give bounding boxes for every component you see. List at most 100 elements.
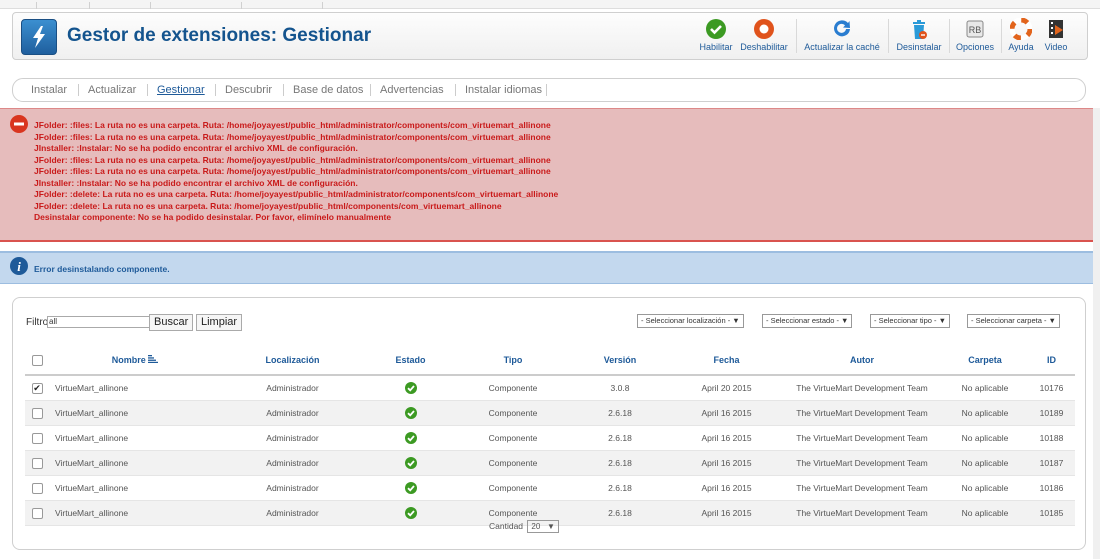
status-select[interactable]: - Seleccionar estado - ▼ <box>762 314 853 328</box>
row-checkbox[interactable] <box>31 507 43 519</box>
table-row[interactable]: VirtueMart_allinone Administrador Compon… <box>25 450 1075 476</box>
table-header-row: Nombre Localización Estado Tipo Versión … <box>25 346 1075 376</box>
enabled-check-icon[interactable] <box>404 407 417 419</box>
column-header-status[interactable]: Estado <box>364 346 457 376</box>
search-button[interactable]: Buscar <box>149 314 194 331</box>
extensions-panel: Filtro: all Buscar Limpiar - Seleccionar… <box>12 297 1086 550</box>
extension-location: Administrador <box>221 425 364 451</box>
error-icon <box>10 115 28 133</box>
tab-actualizar[interactable]: Actualizar <box>88 84 136 96</box>
trash-icon <box>913 20 927 39</box>
column-header-author[interactable]: Autor <box>782 346 942 376</box>
extension-author: The VirtueMart Development Team <box>782 425 942 451</box>
tab-descubrir[interactable]: Descubrir <box>225 84 272 96</box>
error-message: JFolder: :files: La ruta no es una carpe… <box>34 120 551 130</box>
extension-folder: No aplicable <box>942 500 1028 526</box>
pagination-limit-select[interactable]: 20 ▼ <box>527 520 559 533</box>
type-select[interactable]: - Seleccionar tipo - ▼ <box>870 314 951 328</box>
video-button[interactable]: Video <box>1041 17 1071 55</box>
row-checkbox[interactable] <box>31 457 43 469</box>
page-scrollbar[interactable] <box>1093 108 1100 559</box>
pagination-limit: Cantidad 20 ▼ <box>489 520 559 533</box>
extension-date: April 16 2015 <box>671 425 782 451</box>
extension-folder: No aplicable <box>942 450 1028 476</box>
disable-label: Deshabilitar <box>740 42 788 52</box>
table-row[interactable]: VirtueMart_allinone Administrador Compon… <box>25 400 1075 426</box>
table-row[interactable]: VirtueMart_allinone Administrador Compon… <box>25 425 1075 451</box>
extension-name: VirtueMart_allinone <box>49 450 221 476</box>
film-icon <box>1049 20 1063 38</box>
table-row[interactable]: VirtueMart_allinone Administrador Compon… <box>25 475 1075 501</box>
type-select-value: - Seleccionar tipo - <box>874 316 937 325</box>
info-message: Error desinstalando componente. <box>34 264 170 274</box>
subnav-divider <box>215 84 216 96</box>
extension-name: VirtueMart_allinone <box>49 375 221 401</box>
row-select-cell: ✔ <box>25 375 49 401</box>
select-all-checkbox[interactable] <box>31 354 43 366</box>
row-select-cell <box>25 500 49 526</box>
subnav-divider <box>283 84 284 96</box>
extension-folder: No aplicable <box>942 425 1028 451</box>
error-message: Desinstalar componente: No se ha podido … <box>34 212 392 222</box>
info-alert: i Error desinstalando componente. <box>0 251 1093 284</box>
extension-id: 10188 <box>1028 425 1075 451</box>
row-checkbox[interactable]: ✔ <box>31 382 43 394</box>
column-header-folder[interactable]: Carpeta <box>942 346 1028 376</box>
extension-author: The VirtueMart Development Team <box>782 375 942 401</box>
column-header-id[interactable]: ID <box>1028 346 1075 376</box>
row-checkbox[interactable] <box>31 432 43 444</box>
location-select[interactable]: - Seleccionar localización - ▼ <box>637 314 744 328</box>
tab-instalar[interactable]: Instalar <box>31 84 67 96</box>
options-label: Opciones <box>955 42 995 52</box>
row-select-cell <box>25 450 49 476</box>
filter-input[interactable]: all <box>47 316 156 328</box>
extension-version: 2.6.18 <box>569 475 671 501</box>
uninstall-button[interactable]: Desinstalar <box>895 17 943 55</box>
extension-folder: No aplicable <box>942 475 1028 501</box>
extension-id: 10189 <box>1028 400 1075 426</box>
enabled-check-icon[interactable] <box>404 482 417 494</box>
table-row[interactable]: ✔ VirtueMart_allinone Administrador Comp… <box>25 375 1075 401</box>
clear-button[interactable]: Limpiar <box>196 314 243 331</box>
tab-gestionar[interactable]: Gestionar <box>157 84 205 96</box>
extension-location: Administrador <box>221 475 364 501</box>
folder-select[interactable]: - Seleccionar carpeta - ▼ <box>967 314 1060 328</box>
subnav-divider <box>78 84 79 96</box>
joomla-logo-icon <box>21 19 57 55</box>
row-checkbox[interactable] <box>31 482 43 494</box>
extension-name: VirtueMart_allinone <box>49 475 221 501</box>
column-header-type[interactable]: Tipo <box>457 346 569 376</box>
pagination-limit-value: 20 <box>531 522 541 531</box>
enable-button[interactable]: Habilitar <box>699 17 733 55</box>
column-header-date[interactable]: Fecha <box>671 346 782 376</box>
extension-name: VirtueMart_allinone <box>49 500 221 526</box>
error-message: JFolder: :delete: La ruta no es una carp… <box>34 189 559 199</box>
extension-name: VirtueMart_allinone <box>49 400 221 426</box>
options-button[interactable]: RB Opciones <box>955 17 995 55</box>
row-checkbox[interactable] <box>31 407 43 419</box>
extension-version: 2.6.18 <box>569 400 671 426</box>
refresh-cache-label: Actualizar la caché <box>804 42 880 52</box>
extension-location: Administrador <box>221 375 364 401</box>
error-message: JFolder: :files: La ruta no es una carpe… <box>34 154 551 165</box>
status-cell <box>364 425 457 451</box>
help-button[interactable]: Ayuda <box>1007 17 1035 55</box>
refresh-cache-button[interactable]: Actualizar la caché <box>803 17 881 55</box>
disable-button[interactable]: Deshabilitar <box>739 17 789 55</box>
extension-date: April 16 2015 <box>671 450 782 476</box>
lifebuoy-icon <box>1010 18 1032 40</box>
tab-advertencias[interactable]: Advertencias <box>380 84 444 96</box>
enabled-check-icon[interactable] <box>404 507 417 519</box>
enabled-check-icon[interactable] <box>404 457 417 469</box>
subnav-divider <box>546 84 547 96</box>
column-header-version[interactable]: Versión <box>569 346 671 376</box>
enabled-check-icon[interactable] <box>404 382 417 394</box>
column-header-location[interactable]: Localización <box>221 346 364 376</box>
enabled-check-icon[interactable] <box>404 432 417 444</box>
tab-base-de-datos[interactable]: Base de datos <box>293 84 363 96</box>
tab-instalar-idiomas[interactable]: Instalar idiomas <box>465 84 542 96</box>
status-cell <box>364 500 457 526</box>
column-header-name[interactable]: Nombre <box>49 346 221 376</box>
subnav-divider <box>147 84 148 96</box>
extension-location: Administrador <box>221 450 364 476</box>
